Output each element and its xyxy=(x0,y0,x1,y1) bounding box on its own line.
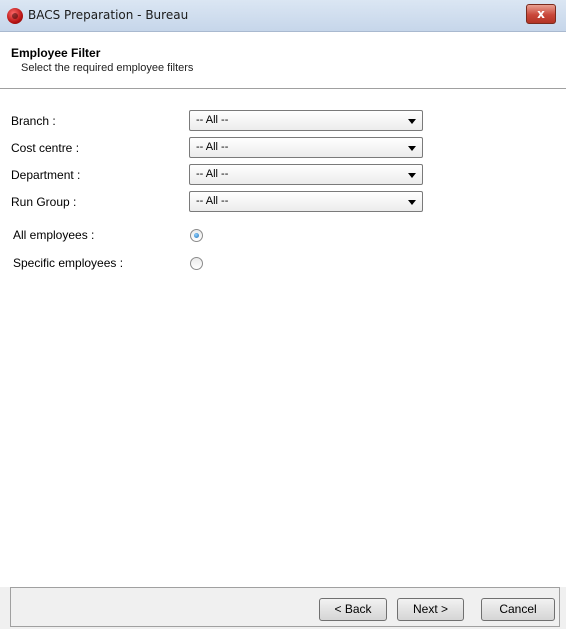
next-button[interactable]: Next > xyxy=(397,598,464,621)
page-subtitle: Select the required employee filters xyxy=(21,62,194,74)
close-button[interactable]: x xyxy=(526,4,556,24)
cost-centre-label: Cost centre : xyxy=(11,141,80,155)
department-dropdown[interactable]: -- All -- xyxy=(189,164,423,185)
all-employees-radio[interactable] xyxy=(190,229,203,242)
run-group-dropdown[interactable]: -- All -- xyxy=(189,191,423,212)
branch-dropdown[interactable]: -- All -- xyxy=(189,110,423,131)
chevron-down-icon xyxy=(408,200,416,205)
cost-centre-dropdown[interactable]: -- All -- xyxy=(189,137,423,158)
cost-centre-dropdown-value: -- All -- xyxy=(196,141,229,153)
page-title: Employee Filter xyxy=(11,46,101,60)
window-title: BACS Preparation - Bureau xyxy=(28,8,189,22)
run-group-dropdown-value: -- All -- xyxy=(196,195,229,207)
app-logo-icon xyxy=(7,8,23,24)
branch-dropdown-value: -- All -- xyxy=(196,114,229,126)
wizard-header: Employee Filter Select the required empl… xyxy=(0,33,566,88)
back-button[interactable]: < Back xyxy=(319,598,387,621)
title-bar: BACS Preparation - Bureau x xyxy=(0,0,566,32)
department-dropdown-value: -- All -- xyxy=(196,168,229,180)
cancel-button[interactable]: Cancel xyxy=(481,598,555,621)
chevron-down-icon xyxy=(408,146,416,151)
header-divider xyxy=(0,88,566,90)
branch-label: Branch : xyxy=(11,114,56,128)
chevron-down-icon xyxy=(408,119,416,124)
all-employees-label: All employees : xyxy=(13,228,95,242)
close-icon: x xyxy=(537,7,545,21)
wizard-footer: < Back Next > Cancel xyxy=(0,587,566,629)
chevron-down-icon xyxy=(408,173,416,178)
specific-employees-label: Specific employees : xyxy=(13,256,124,270)
department-label: Department : xyxy=(11,168,81,182)
specific-employees-radio[interactable] xyxy=(190,257,203,270)
footer-panel: < Back Next > Cancel xyxy=(10,587,560,627)
run-group-label: Run Group : xyxy=(11,195,77,209)
